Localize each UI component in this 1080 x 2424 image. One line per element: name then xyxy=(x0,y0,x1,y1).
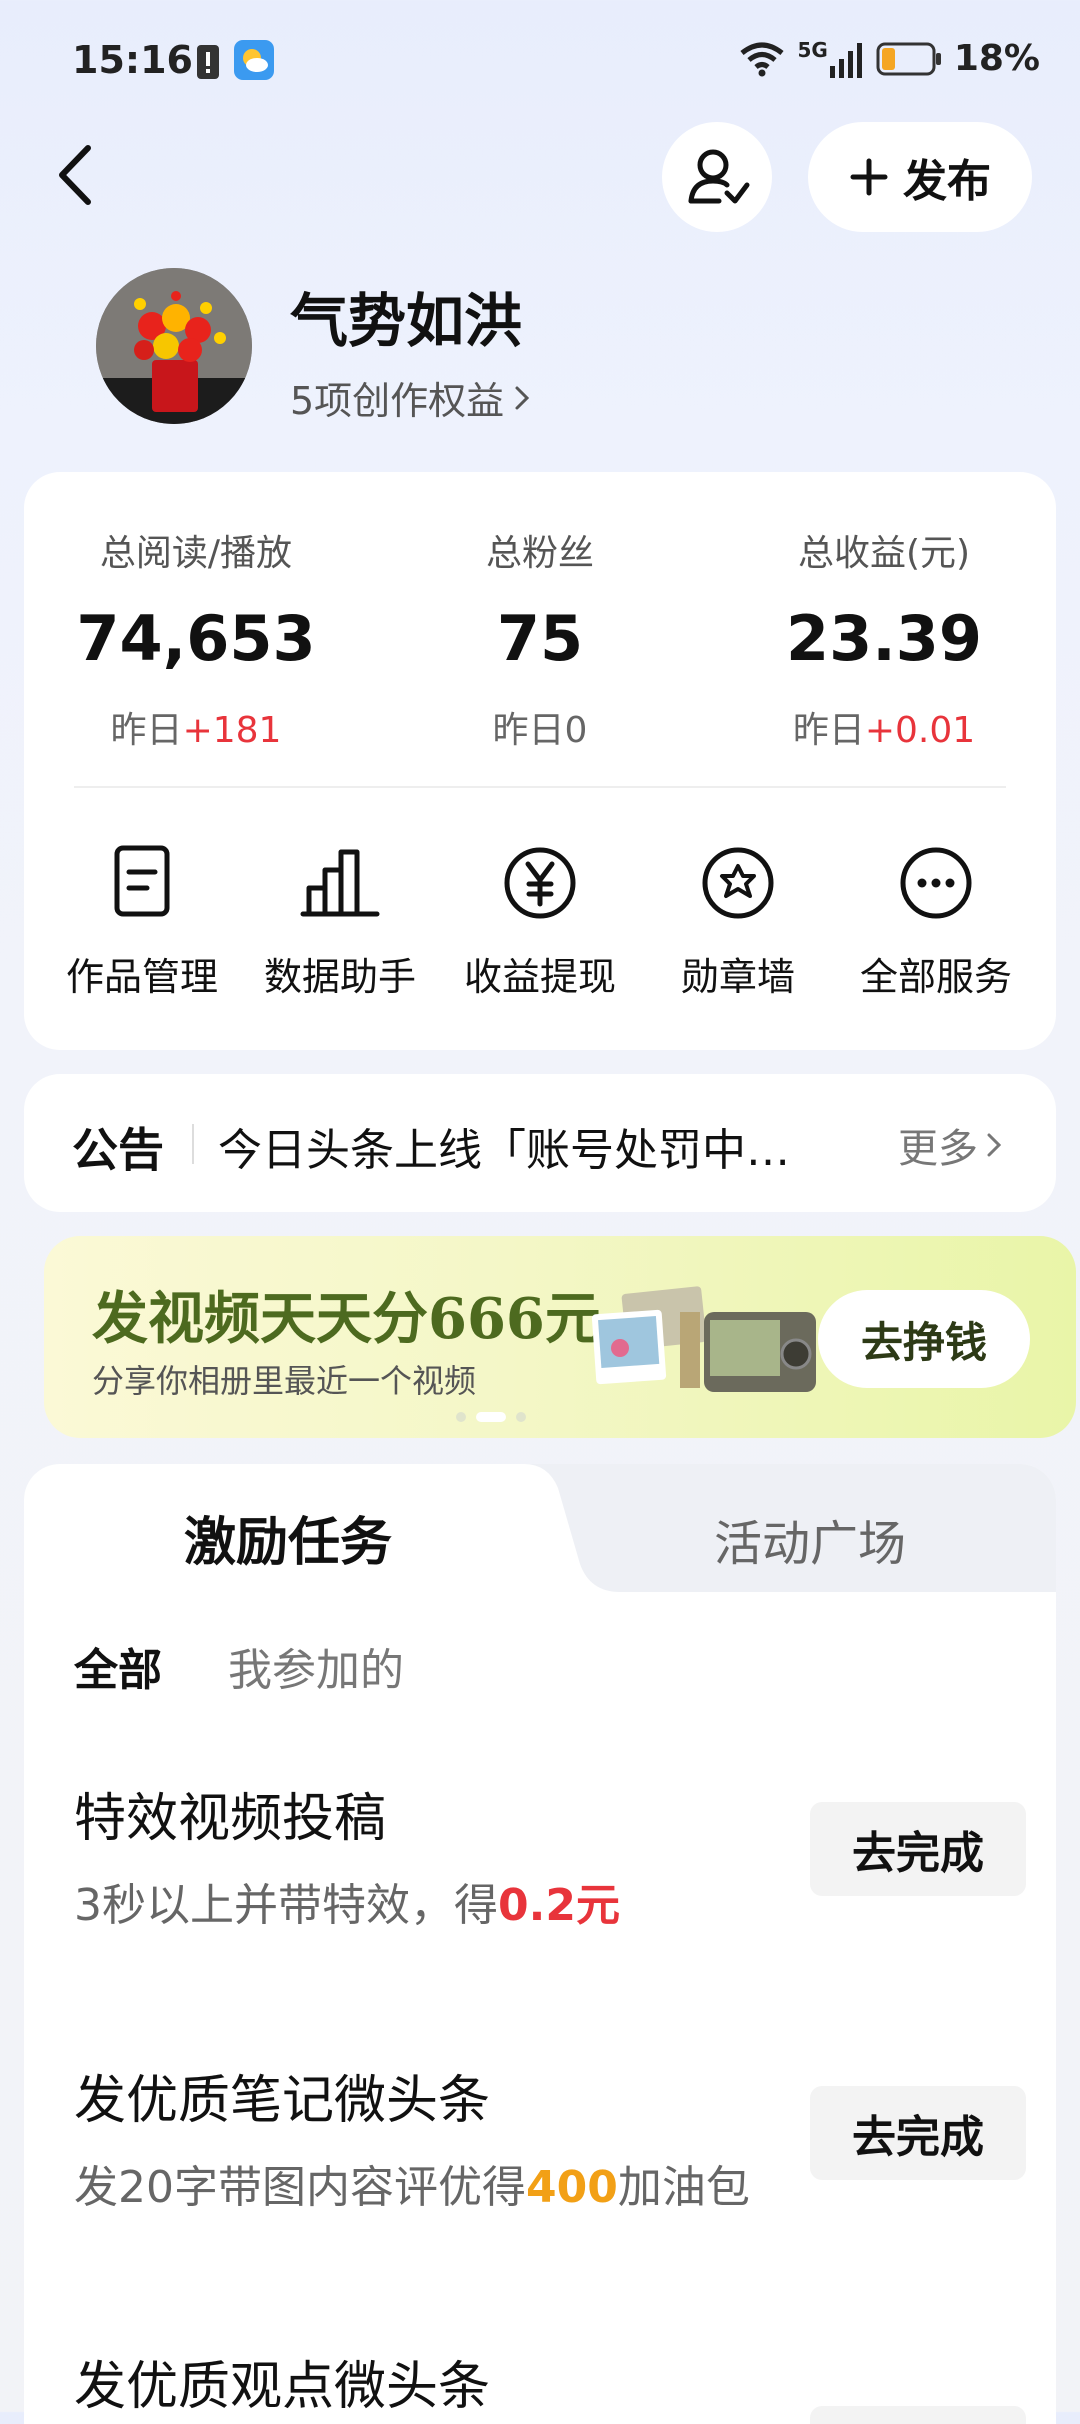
user-check-icon xyxy=(688,149,750,204)
service-label: 收益提现 xyxy=(463,955,616,999)
stat-delta-prefix: 昨日 xyxy=(492,710,565,751)
follow-user-button[interactable] xyxy=(662,122,772,232)
service-badge-wall[interactable]: 勋章墙 xyxy=(638,838,838,1001)
network-type: 5G xyxy=(797,37,828,62)
stat-delta: +0.01 xyxy=(864,710,976,751)
task-desc-tail: 加油包 xyxy=(617,2162,750,2213)
service-label: 作品管理 xyxy=(65,955,218,999)
camera-photos-illustration xyxy=(591,1286,816,1392)
stat-total-reads[interactable]: 总阅读/播放 74,653 昨日+181 xyxy=(24,524,368,753)
notice-label: 公告 xyxy=(72,1123,164,1177)
stat-delta: +181 xyxy=(182,710,282,751)
task-desc: 发20字带图内容评优得400加油包 xyxy=(74,2151,794,2225)
plus-icon xyxy=(850,158,888,196)
stat-delta-prefix: 昨日 xyxy=(792,710,865,751)
pagination-dot xyxy=(516,1412,526,1422)
stat-delta: 0 xyxy=(564,710,588,751)
status-right: 5G 18% xyxy=(739,38,1040,79)
service-label: 数据助手 xyxy=(263,955,416,999)
chevron-right-icon xyxy=(515,386,530,409)
document-icon xyxy=(114,845,170,917)
filter-joined[interactable]: 我参加的 xyxy=(228,1634,404,1698)
task-reward: 400 xyxy=(526,2162,618,2213)
publish-button[interactable]: 发布 xyxy=(808,122,1032,232)
divider xyxy=(74,786,1006,788)
stat-value: 74,653 xyxy=(76,602,316,675)
stat-total-income[interactable]: 总收益(元) 23.39 昨日+0.01 xyxy=(712,524,1056,753)
task-desc-text: 发20字带图内容评优得 xyxy=(74,2162,526,2213)
status-time: 15:16 xyxy=(72,38,193,82)
user-name: 气势如洪 xyxy=(290,287,523,355)
wifi-icon xyxy=(740,42,785,76)
task-complete-button[interactable]: 去完成 xyxy=(810,1802,1026,1896)
task-reward: 0.2元 xyxy=(498,1880,620,1931)
stat-total-fans[interactable]: 总粉丝 75 昨日0 xyxy=(368,524,712,753)
notice-separator xyxy=(192,1124,194,1164)
task-desc: 3秒以上并带特效，得0.2元 xyxy=(74,1869,794,1943)
battery-percent: 18% xyxy=(953,38,1040,79)
filter-all[interactable]: 全部 xyxy=(74,1634,162,1698)
notice-more-label: 更多 xyxy=(898,1126,978,1172)
pagination-dot xyxy=(456,1412,466,1422)
pagination-dot-active xyxy=(476,1412,506,1422)
tasks-panel: 激励任务 活动广场 全部 我参加的 特效视频投稿 3秒以上并带特效，得0.2元 … xyxy=(24,1464,1056,2424)
stat-label: 总收益(元) xyxy=(797,533,971,574)
avatar-flowers-image xyxy=(96,268,252,424)
stat-value: 23.39 xyxy=(785,602,983,675)
service-data-assistant[interactable]: 数据助手 xyxy=(240,838,440,1001)
chevron-right-icon xyxy=(987,1133,1002,1157)
notice-bar[interactable]: 公告 今日头条上线「账号处罚中… 更多 xyxy=(24,1074,1056,1212)
service-label: 全部服务 xyxy=(859,955,1012,999)
notice-text[interactable]: 今日头条上线「账号处罚中… xyxy=(218,1114,790,1178)
bar-chart-icon xyxy=(300,849,380,917)
more-icon xyxy=(900,847,972,919)
promo-banner[interactable]: 发视频天天分666元 分享你相册里最近一个视频 去挣钱 xyxy=(44,1236,1076,1438)
creator-benefits-link[interactable]: 5项创作权益 xyxy=(290,370,532,425)
stat-delta-prefix: 昨日 xyxy=(110,710,183,751)
service-all-services[interactable]: 全部服务 xyxy=(836,838,1036,1001)
service-income-withdraw[interactable]: 收益提现 xyxy=(440,838,640,1001)
stat-value: 75 xyxy=(496,602,584,675)
task-complete-button[interactable]: 去完成 xyxy=(810,2086,1026,2180)
back-icon[interactable] xyxy=(40,130,110,220)
stat-label: 总粉丝 xyxy=(485,533,594,574)
publish-label: 发布 xyxy=(903,156,991,207)
creator-benefits-label: 5项创作权益 xyxy=(290,379,505,423)
sim-alert-icon xyxy=(197,45,219,79)
task-complete-button[interactable] xyxy=(810,2406,1026,2424)
signal-icon xyxy=(829,42,862,78)
avatar[interactable] xyxy=(96,268,252,424)
service-label: 勋章墙 xyxy=(680,955,795,999)
yen-icon xyxy=(504,847,576,919)
tab-activity-square[interactable]: 活动广场 xyxy=(714,1504,906,1574)
notice-more-link[interactable]: 更多 xyxy=(898,1116,1004,1174)
tab-incentive-tasks[interactable]: 激励任务 xyxy=(184,1500,392,1575)
badge-icon xyxy=(702,847,774,919)
service-works-management[interactable]: 作品管理 xyxy=(42,838,242,1001)
banner-pagination xyxy=(456,1412,526,1422)
stats-card: 总阅读/播放 74,653 昨日+181 总粉丝 75 昨日0 总收益(元) 2… xyxy=(24,472,1056,1050)
task-desc-text: 3秒以上并带特效，得 xyxy=(74,1880,498,1931)
weather-icon xyxy=(234,40,274,80)
banner-title: 发视频天天分666元 xyxy=(92,1286,601,1352)
banner-earn-button[interactable]: 去挣钱 xyxy=(818,1290,1030,1388)
battery-icon xyxy=(876,42,941,75)
stat-label: 总阅读/播放 xyxy=(99,533,293,574)
banner-subtitle: 分享你相册里最近一个视频 xyxy=(92,1362,477,1400)
